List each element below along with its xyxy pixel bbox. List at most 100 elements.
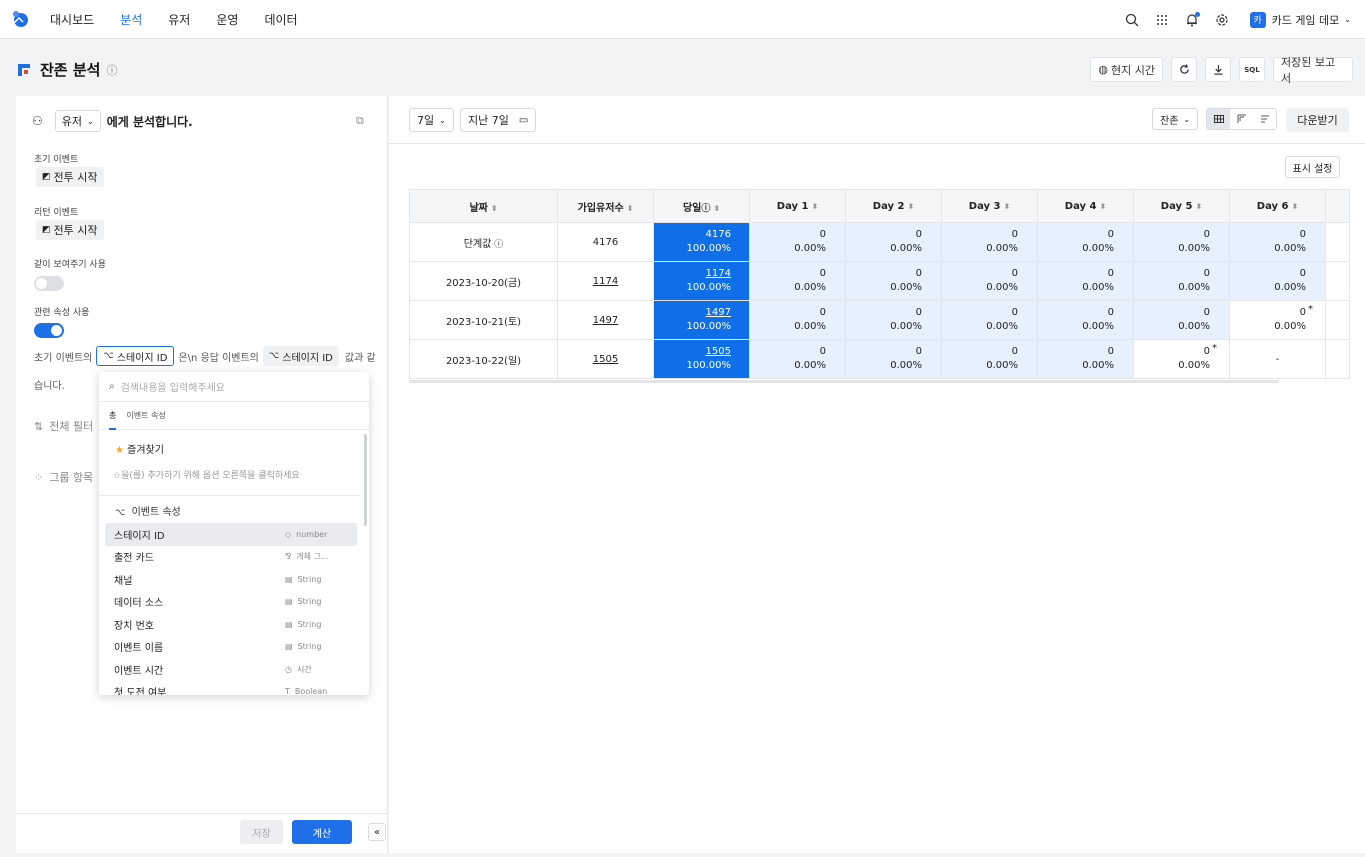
return-event-chip[interactable]: ◩ 전투 시작 bbox=[36, 220, 104, 240]
tab-event-props[interactable]: 이벤트 속성 bbox=[126, 410, 165, 421]
return-prop-chip[interactable]: ⌥ 스테이지 ID bbox=[262, 346, 339, 366]
new-users-value[interactable]: 1174 bbox=[593, 276, 618, 287]
sql-button[interactable]: SQL bbox=[1239, 57, 1265, 82]
clear-icon[interactable]: ⧉ bbox=[356, 114, 364, 128]
table-view-icon[interactable] bbox=[1207, 109, 1230, 129]
new-users-value[interactable]: 1497 bbox=[593, 315, 618, 326]
type-label: Boolean bbox=[294, 687, 328, 695]
sort-icon[interactable]: ⬍ bbox=[1196, 202, 1203, 211]
property-option[interactable]: 이벤트 이름 ▤ String bbox=[105, 636, 357, 659]
app-logo-icon[interactable] bbox=[10, 9, 30, 29]
nav-data[interactable]: 데이터 bbox=[264, 11, 297, 28]
date-value: 2023-10-20(금) bbox=[445, 277, 522, 289]
property-option-name: 출전 카드 bbox=[114, 553, 154, 565]
new-users-value[interactable]: 1505 bbox=[593, 354, 618, 365]
column-header[interactable]: Day 2 ⬍ bbox=[845, 189, 942, 223]
nav-analysis[interactable]: 분석 bbox=[120, 11, 142, 28]
sort-icon[interactable]: ⬍ bbox=[491, 204, 498, 213]
retention-count: 0 bbox=[819, 346, 826, 357]
date-range-select[interactable]: 지난 7일 ▭ bbox=[460, 108, 537, 132]
property-option[interactable]: 장치 번호 ▤ String bbox=[105, 613, 357, 636]
column-header[interactable]: Day 1 ⬍ bbox=[749, 189, 846, 223]
nav-dashboard[interactable]: 대시보드 bbox=[50, 11, 94, 28]
retention-rate: 0.00% bbox=[1082, 282, 1114, 293]
property-option[interactable]: 이벤트 시간 ◷ 시간 bbox=[105, 658, 357, 681]
new-users-cell[interactable]: 1505 bbox=[557, 339, 654, 379]
bar-view-icon[interactable] bbox=[1253, 109, 1276, 129]
metric-select[interactable]: 잔존 ⌄ bbox=[1152, 108, 1199, 130]
column-header[interactable]: Day 4 ⬍ bbox=[1037, 189, 1134, 223]
staircase-view-icon[interactable] bbox=[1230, 109, 1253, 129]
initial-event-chip[interactable]: ◩ 전투 시작 bbox=[36, 167, 104, 187]
tab-all[interactable]: 총 bbox=[109, 410, 117, 430]
related-prop-toggle[interactable] bbox=[34, 323, 64, 338]
info-icon[interactable]: ⓘ bbox=[106, 62, 117, 78]
apps-grid-icon[interactable] bbox=[1154, 12, 1170, 28]
sort-icon[interactable]: ⬍ bbox=[812, 202, 819, 211]
saved-reports-button[interactable]: 저장된 보고서 bbox=[1273, 56, 1353, 85]
retention-cell: 0 0.00% bbox=[749, 222, 846, 262]
info-icon[interactable]: ⓘ bbox=[491, 240, 503, 250]
period-select[interactable]: 7일 ⌄ bbox=[409, 108, 454, 132]
refresh-icon[interactable] bbox=[1171, 57, 1197, 82]
initial-prop-chip[interactable]: ⌥ 스테이지 ID bbox=[96, 346, 175, 366]
retention-cell[interactable]: 1505 100.00% bbox=[653, 339, 750, 379]
sort-icon[interactable]: ⬍ bbox=[627, 204, 634, 213]
property-option[interactable]: 데이터 소스 ▤ String bbox=[105, 591, 357, 614]
notification-bell-icon[interactable] bbox=[1184, 11, 1200, 28]
property-option[interactable]: 스테이지 ID ◇ number bbox=[105, 523, 357, 546]
column-header[interactable]: 당일ⓘ ⬍ bbox=[653, 189, 750, 223]
column-header[interactable]: Day 3 ⬍ bbox=[941, 189, 1038, 223]
column-header-overflow bbox=[1325, 189, 1350, 223]
column-header[interactable]: Day 6 ⬍ bbox=[1229, 189, 1326, 223]
table-horizontal-scrollbar[interactable] bbox=[409, 380, 1279, 383]
column-header[interactable]: 가입유저수 ⬍ bbox=[557, 189, 654, 223]
subject-select[interactable]: 유저 ⌄ bbox=[54, 110, 101, 132]
collapse-panel-icon[interactable]: « bbox=[368, 823, 386, 841]
property-option[interactable]: 첫 도전 여부 T Boolean bbox=[105, 681, 357, 695]
event-icon: ◩ bbox=[42, 172, 51, 182]
property-option[interactable]: 출전 카드 ⅋ 개체 그... bbox=[105, 546, 357, 569]
retention-cell: 0 0.00% bbox=[1037, 261, 1134, 301]
sort-icon[interactable]: ⬍ bbox=[1100, 202, 1107, 211]
save-button[interactable]: 저장 bbox=[240, 820, 283, 844]
column-header[interactable]: Day 5 ⬍ bbox=[1133, 189, 1230, 223]
download-button[interactable]: 다운받기 bbox=[1286, 108, 1349, 132]
new-users-cell: 4176 bbox=[557, 222, 654, 262]
new-users-cell[interactable]: 1497 bbox=[557, 300, 654, 340]
sort-icon[interactable]: ⬍ bbox=[908, 202, 915, 211]
dropdown-search[interactable]: ⌕ 검색내용을 입력해주세요 bbox=[99, 372, 369, 402]
new-users-cell[interactable]: 1174 bbox=[557, 261, 654, 301]
sort-icon[interactable]: ⬍ bbox=[1004, 202, 1011, 211]
retention-rate: 100.00% bbox=[686, 360, 732, 371]
retention-count: 0 bbox=[1107, 307, 1114, 318]
column-header[interactable]: 날짜 ⬍ bbox=[409, 189, 558, 223]
filter-icon: ⇅ bbox=[34, 419, 44, 433]
download-icon[interactable] bbox=[1205, 57, 1231, 82]
sort-icon[interactable]: ⬍ bbox=[1292, 202, 1299, 211]
search-icon[interactable] bbox=[1124, 12, 1140, 28]
nav-operations[interactable]: 운영 bbox=[216, 11, 238, 28]
group-items-row[interactable]: ⁘ 그룹 항목 bbox=[34, 469, 93, 485]
retention-rate: 0.00% bbox=[1178, 360, 1210, 371]
dropdown-scrollbar[interactable] bbox=[364, 434, 367, 526]
property-option[interactable]: 채널 ▤ String bbox=[105, 568, 357, 591]
global-filter-row[interactable]: ⇅ 전체 필터 bbox=[34, 418, 93, 434]
sort-icon[interactable]: ⬍ bbox=[713, 204, 720, 213]
retention-cell[interactable]: 1174 100.00% bbox=[653, 261, 750, 301]
calculate-button[interactable]: 계산 bbox=[292, 820, 352, 844]
local-time-button[interactable]: ◍ 현지 시간 bbox=[1090, 57, 1163, 82]
settings-gear-icon[interactable] bbox=[1214, 12, 1230, 28]
display-settings-button[interactable]: 표시 설정 bbox=[1285, 156, 1340, 178]
retention-count: 0 bbox=[915, 307, 922, 318]
retention-rate: 0.00% bbox=[890, 360, 922, 371]
project-selector[interactable]: 카 카드 게임 데모 ⌄ bbox=[1249, 11, 1351, 28]
show-together-toggle[interactable] bbox=[34, 276, 64, 291]
retention-cell: 0 0.00% bbox=[845, 339, 942, 379]
retention-cell: 0 0.00% * bbox=[1229, 300, 1326, 340]
column-header-label: Day 5 bbox=[1160, 200, 1193, 212]
nav-users[interactable]: 유저 bbox=[168, 11, 190, 28]
type-label: String bbox=[297, 642, 322, 652]
info-icon[interactable]: ⓘ bbox=[701, 204, 710, 214]
retention-cell[interactable]: 1497 100.00% bbox=[653, 300, 750, 340]
